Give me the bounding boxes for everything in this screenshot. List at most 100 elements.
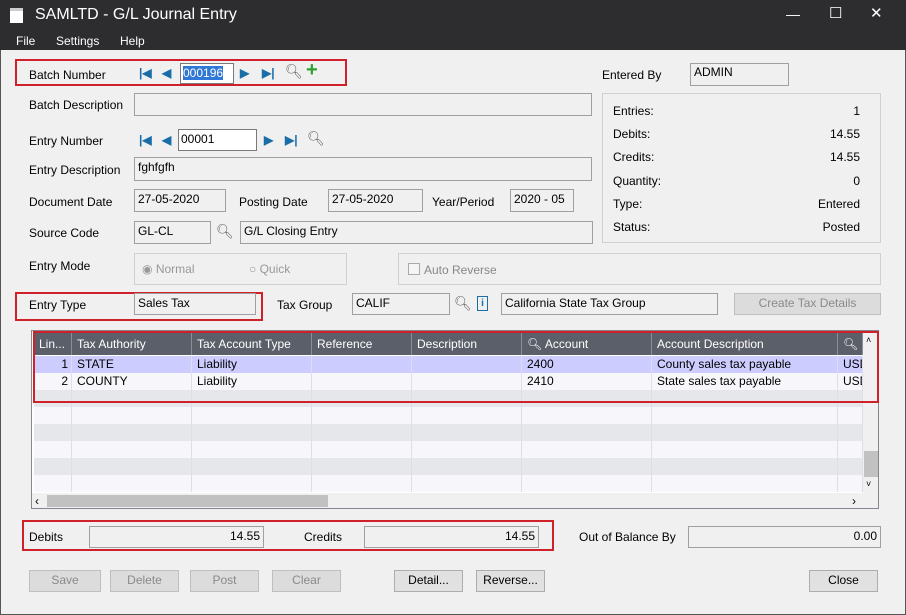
create-tax-details-button[interactable]: Create Tax Details <box>734 293 881 315</box>
scroll-left-icon[interactable]: ‹ <box>35 494 39 508</box>
table-cell[interactable] <box>192 475 312 492</box>
radio-quick[interactable]: ○ Quick <box>249 262 290 276</box>
table-cell[interactable] <box>412 407 522 424</box>
document-date-label: Document Date <box>29 195 113 209</box>
stat-credits: Credits: 14.55 <box>613 150 860 164</box>
table-cell[interactable] <box>72 407 192 424</box>
radio-normal[interactable]: ◉ Normal <box>142 262 194 276</box>
stat-type: Type: Entered <box>613 197 860 211</box>
table-cell[interactable] <box>652 424 838 441</box>
table-cell[interactable] <box>652 407 838 424</box>
vertical-scroll-thumb[interactable] <box>864 451 878 477</box>
last-batch-icon[interactable]: ▶| <box>262 66 275 80</box>
table-cell[interactable] <box>838 475 863 492</box>
table-cell[interactable] <box>312 475 412 492</box>
horizontal-scrollbar[interactable]: ‹ › <box>32 493 878 508</box>
table-cell[interactable] <box>312 441 412 458</box>
table-cell[interactable] <box>652 441 838 458</box>
menu-file[interactable]: File <box>16 34 35 48</box>
table-cell[interactable] <box>34 458 72 475</box>
table-cell[interactable] <box>522 475 652 492</box>
horizontal-scroll-thumb[interactable] <box>47 495 328 507</box>
table-cell[interactable] <box>838 407 863 424</box>
entry-number-label: Entry Number <box>29 134 104 148</box>
table-cell[interactable] <box>34 424 72 441</box>
table-cell[interactable] <box>34 475 72 492</box>
auto-reverse-checkbox[interactable] <box>408 263 420 275</box>
table-cell[interactable] <box>312 458 412 475</box>
entry-search-icon[interactable]: 🔍︎ <box>307 130 325 147</box>
table-cell[interactable] <box>412 424 522 441</box>
table-cell[interactable] <box>838 441 863 458</box>
empty-row[interactable] <box>34 407 863 424</box>
posting-date-field[interactable]: 27-05-2020 <box>328 189 423 212</box>
entered-by-label: Entered By <box>602 68 662 82</box>
table-cell[interactable] <box>72 458 192 475</box>
scroll-right-icon[interactable]: › <box>852 494 856 508</box>
next-entry-icon[interactable]: ▶ <box>264 133 273 147</box>
new-batch-icon[interactable]: + <box>306 59 318 82</box>
table-cell[interactable] <box>522 441 652 458</box>
close-button[interactable]: Close <box>809 570 878 592</box>
empty-row[interactable] <box>34 475 863 492</box>
table-cell[interactable] <box>72 424 192 441</box>
table-cell[interactable] <box>652 475 838 492</box>
radio-quick-label: Quick <box>259 262 291 276</box>
table-cell[interactable] <box>838 424 863 441</box>
detail-button[interactable]: Detail... <box>394 570 463 592</box>
tax-group-search-icon[interactable]: 🔍︎ <box>454 295 472 312</box>
table-cell[interactable] <box>522 458 652 475</box>
table-cell[interactable] <box>652 458 838 475</box>
empty-row[interactable] <box>34 458 863 475</box>
menu-help[interactable]: Help <box>120 34 145 48</box>
entry-type-field[interactable]: Sales Tax <box>134 293 256 315</box>
menu-settings[interactable]: Settings <box>56 34 99 48</box>
year-period-field[interactable]: 2020 - 05 <box>510 189 574 212</box>
batch-number-input[interactable]: 000196 <box>180 63 234 84</box>
last-entry-icon[interactable]: ▶| <box>285 133 298 147</box>
batch-search-icon[interactable]: 🔍︎ <box>285 63 303 80</box>
table-cell[interactable] <box>838 458 863 475</box>
first-entry-icon[interactable]: |◀ <box>139 133 152 147</box>
highlight-grid-rows <box>33 331 879 403</box>
table-cell[interactable] <box>412 458 522 475</box>
debits-label: Debits <box>29 530 64 544</box>
source-code-field[interactable]: GL-CL <box>134 221 211 244</box>
table-cell[interactable] <box>34 441 72 458</box>
delete-button[interactable]: Delete <box>110 570 179 592</box>
table-cell[interactable] <box>412 441 522 458</box>
table-cell[interactable] <box>192 424 312 441</box>
entry-description-field[interactable]: fghfgfh <box>134 157 592 181</box>
empty-row[interactable] <box>34 441 863 458</box>
table-cell[interactable] <box>522 424 652 441</box>
document-date-field[interactable]: 27-05-2020 <box>134 189 226 212</box>
table-cell[interactable] <box>192 458 312 475</box>
info-icon[interactable]: i <box>477 296 488 311</box>
stat-debits: Debits: 14.55 <box>613 127 860 141</box>
post-button[interactable]: Post <box>190 570 259 592</box>
table-cell[interactable] <box>34 407 72 424</box>
save-button[interactable]: Save <box>29 570 101 592</box>
first-batch-icon[interactable]: |◀ <box>139 66 152 80</box>
prev-entry-icon[interactable]: ◀ <box>162 133 171 147</box>
tax-group-field[interactable]: CALIF <box>352 293 450 315</box>
table-cell[interactable] <box>312 424 412 441</box>
clear-button[interactable]: Clear <box>272 570 341 592</box>
table-cell[interactable] <box>522 407 652 424</box>
table-cell[interactable] <box>412 475 522 492</box>
prev-batch-icon[interactable]: ◀ <box>162 66 171 80</box>
empty-row[interactable] <box>34 424 863 441</box>
scroll-down-icon[interactable]: ˅ <box>866 479 871 489</box>
table-cell[interactable] <box>192 441 312 458</box>
table-cell[interactable] <box>192 407 312 424</box>
maximize-button[interactable]: ☐ <box>829 4 842 22</box>
next-batch-icon[interactable]: ▶ <box>240 66 249 80</box>
table-cell[interactable] <box>72 475 192 492</box>
source-code-search-icon[interactable]: 🔍︎ <box>216 223 234 240</box>
entry-number-input[interactable]: 00001 <box>178 129 257 151</box>
table-cell[interactable] <box>312 407 412 424</box>
close-window-button[interactable]: ✕ <box>870 4 883 22</box>
table-cell[interactable] <box>72 441 192 458</box>
reverse-button[interactable]: Reverse... <box>476 570 545 592</box>
minimize-button[interactable]: — <box>786 6 800 22</box>
